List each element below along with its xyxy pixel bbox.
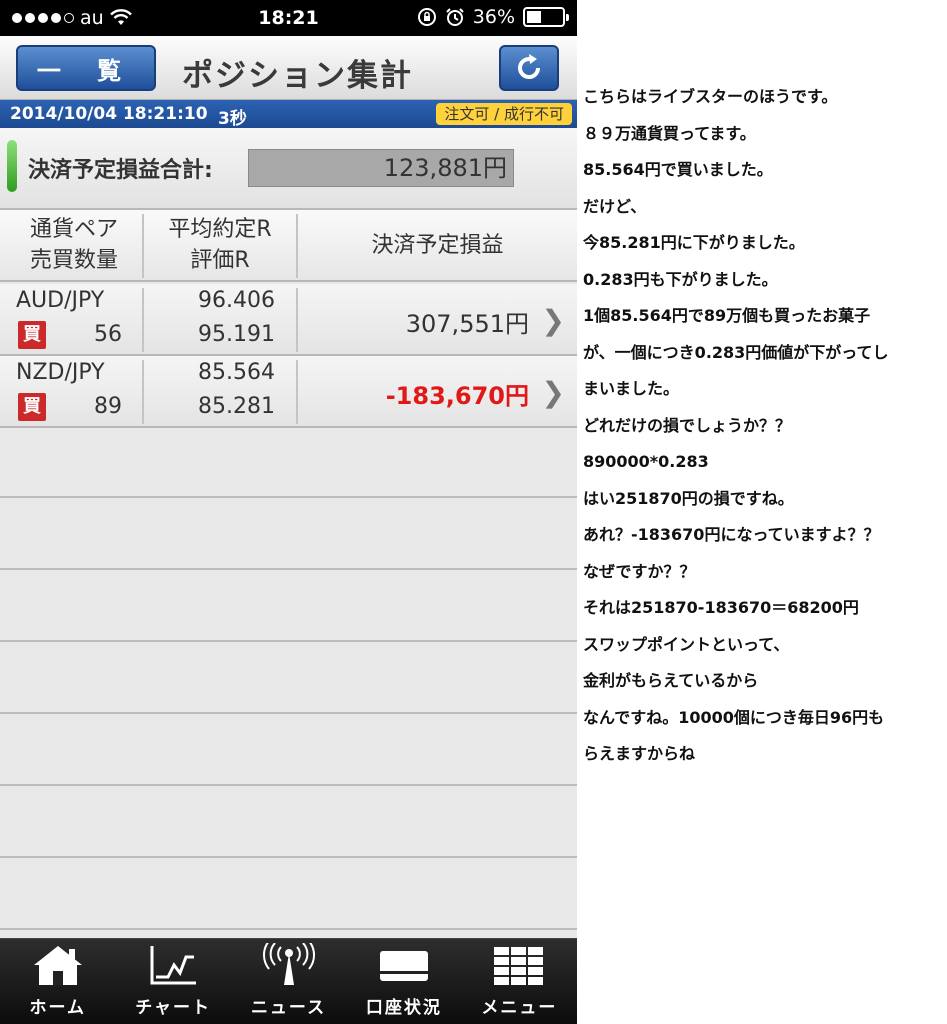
note-line: はい251870円の損ですね。 bbox=[583, 488, 794, 508]
column-divider bbox=[296, 360, 298, 424]
position-pair: NZD/JPY bbox=[16, 360, 105, 385]
position-avg-rate: 85.564 bbox=[198, 360, 275, 385]
table-header: 通貨ペア 売買数量 平均約定R 評価R 決済予定損益 bbox=[0, 210, 577, 282]
page-title: ポジション集計 bbox=[182, 58, 413, 94]
column-divider bbox=[296, 288, 298, 352]
empty-row bbox=[0, 786, 577, 858]
note-line: どれだけの損でしょうか？？ bbox=[583, 415, 792, 435]
header-pnl: 決済予定損益 bbox=[371, 233, 504, 258]
tab-menu[interactable]: メニュー bbox=[462, 939, 577, 1024]
note-line: らえますからね bbox=[583, 744, 696, 763]
note-line: が、一個につき0.283円価値が下がってし bbox=[583, 342, 889, 362]
tab-label: ホーム bbox=[29, 998, 86, 1018]
note-line: 1個85.564円で89万個も買ったお菓子 bbox=[583, 306, 871, 325]
position-qty: 89 bbox=[94, 394, 122, 419]
info-bar: 2014/10/04 18:21:10 3秒 注文可 / 成行不可 bbox=[0, 100, 577, 129]
update-interval: 3秒 bbox=[218, 109, 247, 129]
alarm-icon bbox=[446, 8, 464, 26]
note-line: 金利がもらえているから bbox=[583, 671, 759, 690]
order-status-badge: 注文可 / 成行不可 bbox=[436, 103, 572, 125]
refresh-button[interactable] bbox=[499, 45, 559, 91]
column-divider bbox=[142, 288, 144, 352]
list-button[interactable]: 一 覧 bbox=[16, 45, 156, 91]
refresh-icon bbox=[518, 54, 540, 79]
note-line: こちらはライブスターのほうです。 bbox=[583, 87, 838, 106]
total-pnl-value: 123,881円 bbox=[248, 149, 514, 187]
battery-percent: 36% bbox=[472, 6, 515, 28]
tab-label: メニュー bbox=[481, 998, 558, 1018]
note-line: 890000*0.283 bbox=[583, 452, 709, 471]
position-pair: AUD/JPY bbox=[16, 288, 105, 313]
position-list: AUD/JPY 買 56 96.406 95.191 307,551円 ❯ NZ… bbox=[0, 284, 577, 428]
chevron-right-icon[interactable]: ❯ bbox=[542, 304, 565, 337]
total-pnl-row: 決済予定損益合計: 123,881円 bbox=[0, 128, 577, 210]
position-avg-rate: 96.406 bbox=[198, 288, 275, 313]
position-row[interactable]: AUD/JPY 買 56 96.406 95.191 307,551円 ❯ bbox=[0, 284, 577, 356]
broadcast-icon bbox=[262, 943, 315, 985]
status-bar: au 18:21 36% bbox=[0, 0, 577, 36]
total-pnl-label: 決済予定損益合計: bbox=[28, 158, 213, 183]
note-line: あれ？-183670円になっていますよ？？ bbox=[583, 525, 880, 544]
tab-label: チャート bbox=[135, 998, 212, 1018]
empty-row bbox=[0, 714, 577, 786]
battery-icon bbox=[523, 7, 569, 27]
commentary-text: こちらはライブスターのほうです。 ８９万通貨買ってます。 85.564円で買いま… bbox=[583, 79, 943, 773]
tab-news[interactable]: ニュース bbox=[231, 939, 346, 1024]
home-icon bbox=[33, 946, 82, 985]
header-eval-rate: 評価R bbox=[190, 248, 250, 273]
empty-rows bbox=[0, 426, 577, 930]
header-rates: 平均約定R 評価R bbox=[144, 214, 296, 276]
card-icon bbox=[379, 951, 428, 981]
note-line: だけど、 bbox=[583, 196, 647, 216]
empty-row bbox=[0, 858, 577, 930]
grid-menu-icon bbox=[494, 947, 544, 985]
status-right: 36% bbox=[417, 6, 569, 28]
tab-label: ニュース bbox=[250, 998, 327, 1018]
tab-account[interactable]: 口座状況 bbox=[346, 939, 461, 1024]
buy-badge: 買 bbox=[18, 393, 46, 421]
note-line: なんですね。10000個につき毎日96円も bbox=[583, 707, 885, 727]
note-line: まいました。 bbox=[583, 379, 680, 398]
empty-row bbox=[0, 426, 577, 498]
note-line: 今85.281円に下がりました。 bbox=[583, 233, 805, 252]
note-line: スワップポイントといって、 bbox=[583, 634, 790, 654]
note-line: 85.564円で買いました。 bbox=[583, 160, 773, 179]
phone-screen: au 18:21 36% 一 覧 ポジション集計 2014/10/04 18:2… bbox=[0, 0, 577, 1024]
note-line: ８９万通貨買ってます。 bbox=[583, 123, 756, 143]
position-eval-rate: 85.281 bbox=[198, 394, 275, 419]
note-line: 0.283円も下がりました。 bbox=[583, 269, 778, 289]
header-pair: 通貨ペア bbox=[29, 217, 118, 242]
chevron-right-icon[interactable]: ❯ bbox=[542, 376, 565, 409]
tab-label: 口座状況 bbox=[365, 998, 442, 1018]
position-pnl: 307,551円 bbox=[405, 310, 529, 338]
position-eval-rate: 95.191 bbox=[198, 322, 275, 347]
empty-row bbox=[0, 498, 577, 570]
header-qty: 売買数量 bbox=[29, 248, 118, 273]
note-line: なぜですか？？ bbox=[583, 561, 696, 581]
position-qty: 56 bbox=[94, 322, 122, 347]
position-pnl: -183,670円 bbox=[385, 382, 529, 410]
update-datetime: 2014/10/04 18:21:10 bbox=[10, 104, 208, 124]
tab-home[interactable]: ホーム bbox=[0, 939, 115, 1024]
header-pair-qty: 通貨ペア 売買数量 bbox=[8, 214, 140, 276]
tab-chart[interactable]: チャート bbox=[115, 939, 230, 1024]
note-line: それは251870-183670＝68200円 bbox=[583, 598, 859, 617]
buy-badge: 買 bbox=[18, 321, 46, 349]
chart-icon bbox=[150, 946, 197, 985]
column-divider bbox=[142, 360, 144, 424]
status-indicator bbox=[7, 140, 17, 192]
position-row[interactable]: NZD/JPY 買 89 85.564 85.281 -183,670円 ❯ bbox=[0, 356, 577, 428]
empty-row bbox=[0, 570, 577, 642]
tab-bar: ホーム チャート ニュース 口座状況 メニュー bbox=[0, 938, 577, 1024]
header-avg-rate: 平均約定R bbox=[168, 217, 272, 242]
empty-row bbox=[0, 642, 577, 714]
rotation-lock-icon bbox=[417, 8, 436, 26]
title-bar: 一 覧 ポジション集計 bbox=[0, 36, 577, 100]
